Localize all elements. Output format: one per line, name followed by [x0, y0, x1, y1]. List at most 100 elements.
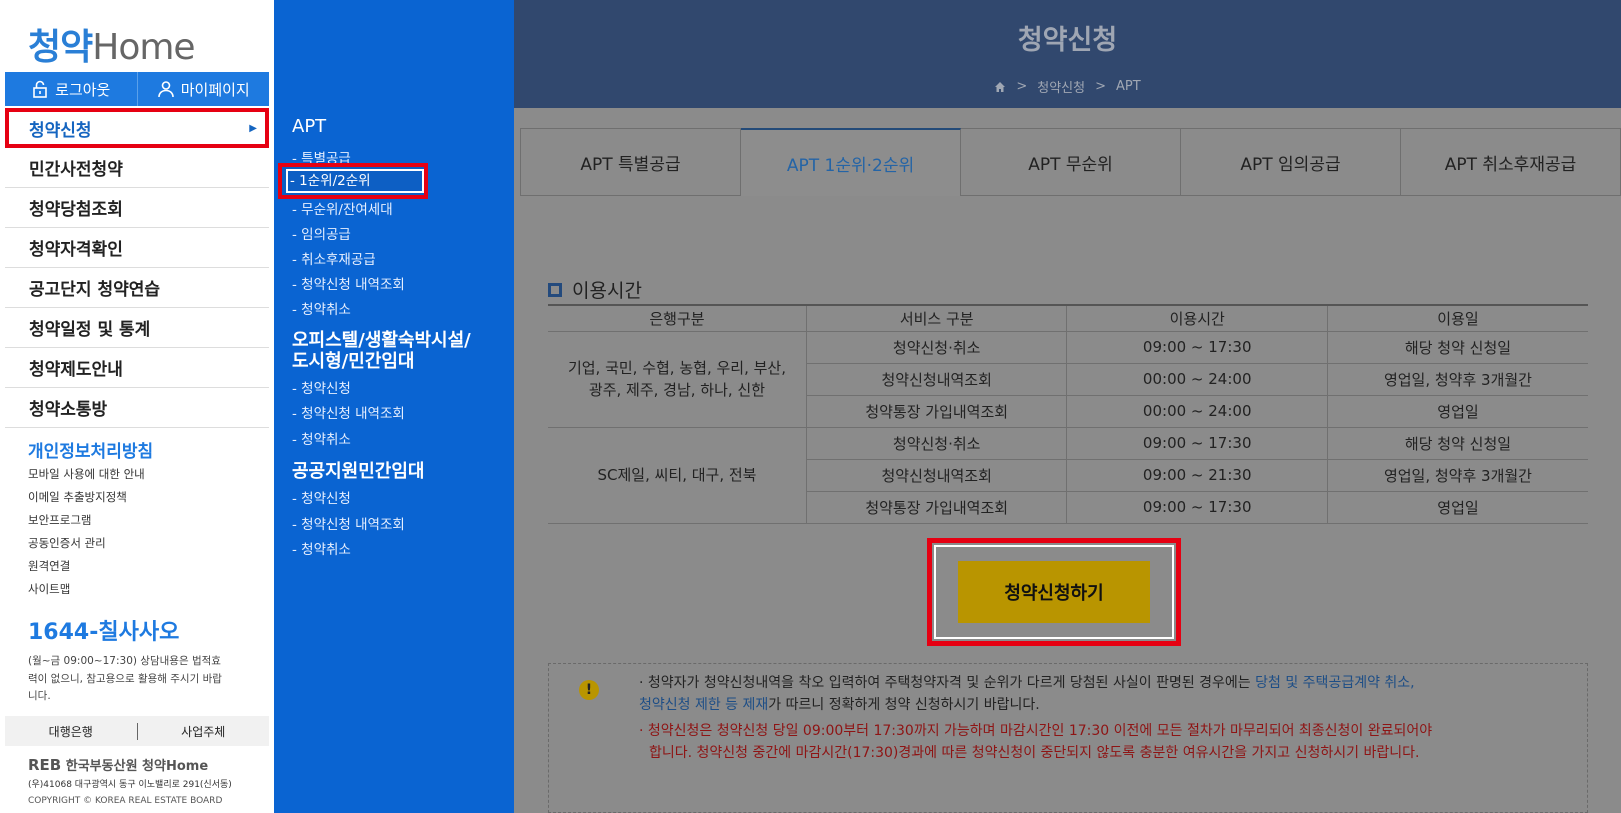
submenu-item-officetel-apply[interactable]: - 청약신청 [292, 377, 351, 397]
submenu-item-officetel-history[interactable]: - 청약신청 내역조회 [292, 402, 405, 422]
table-cell: 00:00 ~ 24:00 [1066, 395, 1328, 428]
square-bullet-icon [548, 282, 562, 297]
partner-business-link[interactable]: 사업주체 [136, 722, 270, 740]
notice-line-warning: · 청약신청은 청약신청 당일 09:00부터 17:30까지 가능하며 마감시… [639, 723, 1433, 739]
submenu-item-arbitrary[interactable]: - 임의공급 [292, 223, 351, 243]
sidebar-link-sitemap[interactable]: 사이트맵 [28, 581, 145, 604]
submenu-item-label: - 1순위/2순위 [286, 169, 424, 193]
notice-box: ! · 청약자가 청약신청내역을 착오 입력하여 주택청약자격 및 순위가 다르… [548, 663, 1588, 813]
reb-logo: REB [28, 756, 62, 774]
mypage-button[interactable]: 마이페이지 [136, 72, 270, 106]
footer-copyright: COPYRIGHT © KOREA REAL ESTATE BOARD [28, 796, 223, 806]
table-cell: 영업일, 청약후 3개월간 [1326, 363, 1588, 396]
menu-item-label: 청약신청 [29, 120, 92, 141]
lock-icon [33, 80, 47, 98]
logout-button[interactable]: 로그아웃 [5, 72, 137, 106]
breadcrumb-item[interactable]: 청약신청 [1037, 77, 1085, 96]
table-cell: 09:00 ~ 17:30 [1066, 491, 1328, 524]
menu-item-eligibility[interactable]: 청약자격확인 [5, 228, 269, 268]
table-cell: 청약통장 가입내역조회 [805, 491, 1067, 524]
bank-group-cell: 기업, 국민, 수협, 농협, 우리, 부산, 광주, 제주, 경남, 하나, 신… [548, 331, 807, 428]
notice-line-warning: 합니다. 청약신청 중간에 마감시간(17:30)경과에 따른 청약신청이 중단… [649, 745, 1420, 761]
notice-emphasis: 청약신청 제한 등 제재 [639, 697, 769, 713]
footer-address: (우)41068 대구광역시 동구 이노밸리로 291(신서동) [28, 780, 232, 790]
submenu-item-public-history[interactable]: - 청약신청 내역조회 [292, 513, 405, 533]
breadcrumb-item[interactable]: APT [1116, 79, 1141, 94]
submenu-item-officetel-cancel[interactable]: - 청약취소 [292, 428, 351, 448]
table-row: SC제일, 씨티, 대구, 전북 청약신청·취소 09:00 ~ 17:30 해… [548, 427, 1588, 524]
submenu-item-history[interactable]: - 청약신청 내역조회 [292, 273, 405, 293]
submenu-item-resupply[interactable]: - 취소후재공급 [292, 248, 376, 268]
notice-emphasis: 당첨 및 주택공급계약 취소, [1255, 675, 1415, 691]
menu-item-apply[interactable]: 청약신청 ▶ [5, 108, 269, 148]
user-bar: 로그아웃 마이페이지 [5, 72, 269, 106]
notice-text: · 청약자가 청약신청내역을 착오 입력하여 주택청약자격 및 순위가 다르게 … [639, 675, 1256, 691]
menu-item-schedule[interactable]: 청약일정 및 통계 [5, 308, 269, 348]
table-header: 은행구분 [548, 304, 807, 332]
section-title-text: 이용시간 [572, 280, 642, 302]
sidebar-link-email[interactable]: 이메일 추출방지정책 [28, 489, 145, 512]
menu-item-guide[interactable]: 청약제도안내 [5, 348, 269, 388]
partner-bank-link[interactable]: 대행은행 [5, 723, 137, 740]
menu-item-practice[interactable]: 공고단지 청약연습 [5, 268, 269, 308]
table-cell: 09:00 ~ 21:30 [1066, 459, 1328, 492]
privacy-policy-link[interactable]: 개인정보처리방침 [28, 437, 153, 462]
main-content: 청약신청 > 청약신청 > APT APT 특별공급 APT 1순위·2순위 A… [514, 0, 1621, 813]
tab-resupply[interactable]: APT 취소후재공급 [1401, 128, 1621, 196]
table-cell: 영업일 [1326, 491, 1588, 524]
tab-special[interactable]: APT 특별공급 [520, 128, 741, 196]
bank-group-cell: SC제일, 씨티, 대구, 전북 [548, 427, 807, 524]
menu-item-label: 청약제도안내 [29, 360, 123, 380]
submenu-panel: APT - 특별공급 - 1순위/2순위 - 무순위/잔여세대 - 임의공급 -… [274, 0, 514, 813]
table-cell: 영업일 [1326, 395, 1588, 428]
apt-tabs: APT 특별공급 APT 1순위·2순위 APT 무순위 APT 임의공급 AP… [520, 128, 1621, 196]
logout-label: 로그아웃 [55, 80, 111, 99]
chevron-right-icon: > [1016, 79, 1028, 94]
person-icon [157, 81, 174, 98]
table-cell: 청약신청·취소 [805, 427, 1067, 460]
submenu-item-cancel[interactable]: - 청약취소 [292, 298, 351, 318]
notice-line: · 청약자가 청약신청내역을 착오 입력하여 주택청약자격 및 순위가 다르게 … [639, 672, 1539, 694]
site-logo[interactable]: 청약 Home [28, 18, 196, 68]
sidebar-link-certificate[interactable]: 공동인증서 관리 [28, 535, 145, 558]
footer-logo: REB 한국부동산원 청약Home [28, 755, 208, 774]
table-cell: 해당 청약 신청일 [1326, 331, 1588, 364]
main-menu: 청약신청 ▶ 민간사전청약 청약당첨조회 청약자격확인 공고단지 청약연습 청약일… [5, 108, 269, 428]
menu-item-label: 공고단지 청약연습 [29, 280, 161, 300]
submenu-section-public: 공공지원민간임대 [292, 461, 425, 482]
table-cell: 영업일, 청약후 3개월간 [1326, 459, 1588, 492]
menu-item-label: 청약당첨조회 [29, 200, 123, 220]
bank-group-line: 광주, 제주, 경남, 하나, 신한 [588, 381, 766, 399]
submenu-item-public-apply[interactable]: - 청약신청 [292, 487, 351, 507]
sidebar-link-mobile[interactable]: 모바일 사용에 대한 안내 [28, 466, 145, 489]
sidebar-link-remote[interactable]: 원격연결 [28, 558, 145, 581]
tab-unranked[interactable]: APT 무순위 [961, 128, 1181, 196]
page-title: 청약신청 [1017, 25, 1118, 56]
apply-button[interactable]: 청약신청하기 [958, 561, 1150, 623]
sidebar-link-security[interactable]: 보안프로그램 [28, 512, 145, 535]
home-icon[interactable] [994, 81, 1006, 93]
menu-item-label: 청약자격확인 [29, 240, 123, 260]
table-header-row: 은행구분 서비스 구분 이용시간 이용일 [548, 304, 1588, 332]
menu-item-community[interactable]: 청약소통방 [5, 388, 269, 428]
logo-part2: Home [92, 27, 195, 68]
menu-item-pre-subscription[interactable]: 민간사전청약 [5, 148, 269, 188]
apply-button-highlight: 청약신청하기 [927, 538, 1181, 646]
menu-item-label: 민간사전청약 [29, 160, 123, 180]
tab-rank[interactable]: APT 1순위·2순위 [741, 128, 961, 196]
submenu-item-rank[interactable]: - 1순위/2순위 [278, 163, 428, 199]
bank-group-line: 기업, 국민, 수협, 농협, 우리, 부산, [567, 359, 786, 377]
table-row: 기업, 국민, 수협, 농협, 우리, 부산, 광주, 제주, 경남, 하나, 신… [548, 331, 1588, 428]
sidebar-links: 모바일 사용에 대한 안내 이메일 추출방지정책 보안프로그램 공동인증서 관리… [28, 466, 145, 604]
table-cell: 청약신청내역조회 [805, 363, 1067, 396]
mypage-label: 마이페이지 [180, 80, 250, 99]
submenu-item-unranked[interactable]: - 무순위/잔여세대 [292, 198, 393, 218]
menu-item-winner-lookup[interactable]: 청약당첨조회 [5, 188, 269, 228]
tab-arbitrary[interactable]: APT 임의공급 [1181, 128, 1401, 196]
menu-item-label: 청약소통방 [29, 400, 108, 420]
submenu-item-public-cancel[interactable]: - 청약취소 [292, 538, 351, 558]
footer-org: 한국부동산원 청약Home [65, 759, 209, 774]
warning-icon: ! [579, 680, 599, 700]
hours-table: 은행구분 서비스 구분 이용시간 이용일 기업, 국민, 수협, 농협, 우리,… [548, 304, 1588, 524]
call-center-note: (월~금 09:00~17:30) 상담내용은 법적효력이 없으니, 참고용으로… [28, 655, 222, 702]
